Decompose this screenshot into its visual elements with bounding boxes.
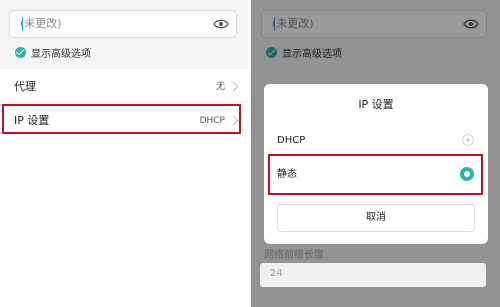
divider <box>0 101 249 102</box>
proxy-label: 代理 <box>14 80 36 93</box>
prefix-length-field[interactable]: 24 <box>260 263 486 287</box>
password-field[interactable]: (未更改) <box>9 10 237 38</box>
left-screen: (未更改) 显示高级选项 代理 无 IP 设置 DHCP <box>0 0 249 307</box>
proxy-value: 无 <box>215 82 225 92</box>
password-value: (未更改) <box>20 17 62 30</box>
static-option-highlight <box>268 154 483 195</box>
chevron-right-icon <box>228 81 239 92</box>
proxy-row[interactable]: 代理 无 <box>0 71 249 103</box>
show-advanced-label: 显示高级选项 <box>31 48 91 60</box>
option-dhcp[interactable]: DHCP <box>264 126 488 156</box>
dialog-title: IP 设置 <box>358 98 394 111</box>
radio-icon[interactable] <box>462 134 474 146</box>
cancel-button[interactable]: 取消 <box>277 204 475 232</box>
prefix-length-value: 24 <box>270 268 283 279</box>
eye-icon[interactable] <box>213 18 229 30</box>
ip-settings-highlight <box>2 104 241 134</box>
option-dhcp-label: DHCP <box>277 135 306 146</box>
text-caret <box>22 17 23 31</box>
check-icon[interactable] <box>15 46 26 58</box>
prefix-length-label: 网络前缀长度 <box>264 250 324 261</box>
show-advanced-option[interactable]: 显示高级选项 <box>15 45 91 60</box>
